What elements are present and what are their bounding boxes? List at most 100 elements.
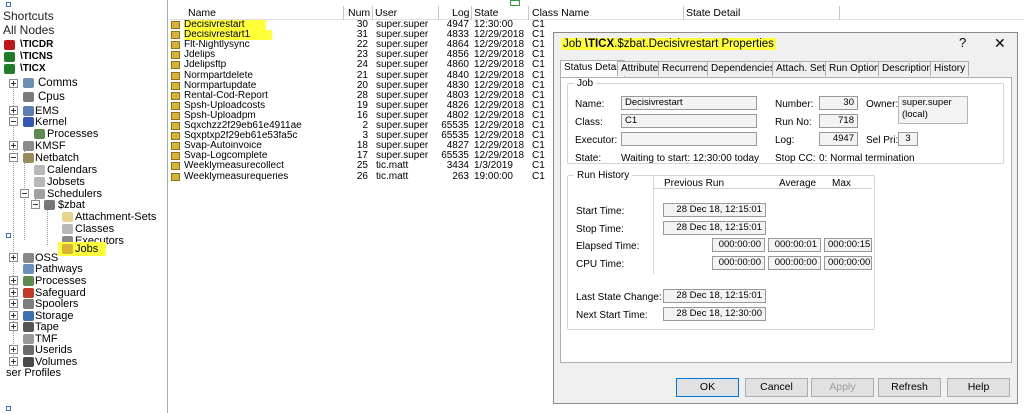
close-icon[interactable]: ✕ — [994, 35, 1006, 51]
column-header-class-name[interactable]: Class Name — [532, 7, 589, 19]
userids-icon — [23, 345, 34, 355]
shortcuts-label[interactable]: Shortcuts — [3, 10, 54, 22]
cell-user: super.super — [376, 70, 429, 81]
sel-pri-label: Sel Pri: — [866, 135, 899, 146]
start-time-field[interactable]: 28 Dec 18, 12:15:01 — [663, 203, 766, 217]
name-field[interactable]: Decisivrestart — [621, 96, 757, 110]
table-row[interactable]: Decisivrestart 30 super.super 4947 12:30:00 C… — [170, 20, 730, 30]
cell-log: 4830 — [446, 80, 469, 91]
help-button[interactable]: Help — [947, 378, 1010, 397]
spoolers-icon — [23, 299, 34, 309]
column-header-log[interactable]: Log — [452, 7, 470, 19]
column-header-user[interactable]: User — [375, 7, 397, 19]
cpu-avg-field[interactable]: 000:00:00 — [768, 256, 821, 270]
cell-user: super.super — [376, 121, 429, 131]
cpu-max-field[interactable]: 000:00:00 — [824, 256, 872, 270]
ok-button[interactable]: OK — [676, 378, 739, 397]
schedulers-icon — [34, 189, 45, 199]
tab-dependencies[interactable]: Dependencies — [707, 61, 779, 76]
expand-toggle[interactable] — [9, 311, 18, 320]
cell-log: 65535 — [441, 131, 469, 142]
kmsf-icon — [23, 141, 34, 151]
expand-toggle[interactable] — [9, 106, 18, 115]
cell-state: 12:30:00 — [474, 20, 513, 30]
expand-toggle[interactable] — [9, 79, 18, 88]
number-field[interactable]: 30 — [819, 96, 858, 110]
collapse-toggle[interactable] — [31, 200, 40, 209]
expand-toggle[interactable] — [9, 288, 18, 297]
cancel-button[interactable]: Cancel — [745, 378, 808, 397]
column-header-state-detail[interactable]: State Detail — [686, 7, 740, 19]
column-divider[interactable] — [839, 6, 840, 20]
cell-state: 12/29/2018 — [474, 141, 525, 152]
cell-user: super.super — [376, 90, 429, 101]
cell-log: 65535 — [441, 151, 469, 162]
expand-toggle[interactable] — [9, 357, 18, 366]
column-divider[interactable] — [372, 6, 373, 20]
log-field[interactable]: 4947 — [819, 132, 858, 146]
last-state-change-field[interactable]: 28 Dec 18, 12:15:01 — [663, 289, 766, 303]
tab-description[interactable]: Description — [878, 61, 937, 76]
column-header-state[interactable]: State — [474, 7, 499, 19]
column-header-num[interactable]: Num — [348, 7, 370, 19]
collapse-toggle[interactable] — [9, 117, 18, 126]
cell-state: 12/29/2018 — [474, 100, 525, 111]
netbatch-icon — [23, 153, 34, 163]
sel-pri-field[interactable]: 3 — [898, 132, 918, 146]
column-divider[interactable] — [343, 6, 344, 20]
column-divider[interactable] — [471, 6, 472, 20]
cell-class: C1 — [532, 20, 545, 30]
expand-toggle[interactable] — [9, 276, 18, 285]
cell-name: Spsh-Uploadpm — [184, 110, 256, 121]
executor-field[interactable] — [621, 132, 757, 146]
job-icon — [171, 162, 180, 171]
refresh-button[interactable]: Refresh — [878, 378, 941, 397]
cpu-prev-field[interactable]: 000:00:00 — [712, 256, 765, 270]
stop-cc-value: 0: Normal termination — [819, 153, 915, 164]
apply-button[interactable]: Apply — [811, 378, 874, 397]
column-header-name[interactable]: Name — [188, 7, 216, 19]
state-label: State: — [575, 153, 602, 164]
selection-handle[interactable] — [6, 233, 11, 238]
pathways-icon — [23, 264, 34, 274]
run-no-field[interactable]: 718 — [819, 114, 858, 128]
cell-name: Svap-Autoinvoice — [184, 141, 262, 152]
expand-toggle[interactable] — [9, 299, 18, 308]
column-divider[interactable] — [528, 6, 529, 20]
state-value: Waiting to start: 12:30:00 today — [621, 153, 760, 164]
collapse-toggle[interactable] — [9, 153, 18, 162]
owner-field[interactable]: super.super (local) — [898, 96, 968, 124]
cell-num: 3 — [362, 131, 368, 142]
class-field[interactable]: C1 — [621, 114, 757, 128]
max-header: Max — [832, 178, 851, 189]
expand-toggle[interactable] — [9, 322, 18, 331]
cell-user: tic.matt — [376, 161, 409, 172]
help-icon[interactable]: ? — [959, 35, 966, 51]
expand-toggle[interactable] — [9, 141, 18, 150]
collapse-toggle[interactable] — [20, 189, 29, 198]
job-icon — [171, 122, 180, 130]
class-label: Class: — [575, 117, 603, 128]
expand-toggle[interactable] — [9, 253, 18, 262]
selection-handle[interactable] — [6, 2, 11, 7]
tree-item-jobs[interactable]: Jobs — [58, 242, 106, 256]
job-group-legend: Job — [577, 78, 594, 89]
selection-handle[interactable] — [6, 406, 11, 411]
tab-history[interactable]: History — [930, 61, 970, 76]
expand-toggle[interactable] — [9, 345, 18, 354]
tab-status-detail[interactable]: Status Detail — [560, 60, 625, 77]
stop-cc-label: Stop CC: — [775, 153, 816, 164]
elapsed-max-field[interactable]: 000:00:15 — [824, 238, 872, 252]
elapsed-avg-field[interactable]: 000:00:01 — [768, 238, 821, 252]
all-nodes-label[interactable]: All Nodes — [3, 24, 54, 36]
owner-label: Owner: — [866, 99, 899, 110]
elapsed-prev-field[interactable]: 000:00:00 — [712, 238, 765, 252]
column-divider[interactable] — [438, 6, 439, 20]
next-start-time-field[interactable]: 28 Dec 18, 12:30:00 — [663, 307, 766, 321]
column-divider[interactable] — [683, 6, 684, 20]
stop-time-field[interactable]: 28 Dec 18, 12:15:01 — [663, 221, 766, 235]
number-label: Number: — [775, 99, 814, 110]
cell-num: 16 — [356, 110, 368, 121]
tree-item-user-profiles[interactable]: ser Profiles — [6, 367, 61, 379]
cell-num: 19 — [356, 100, 368, 111]
